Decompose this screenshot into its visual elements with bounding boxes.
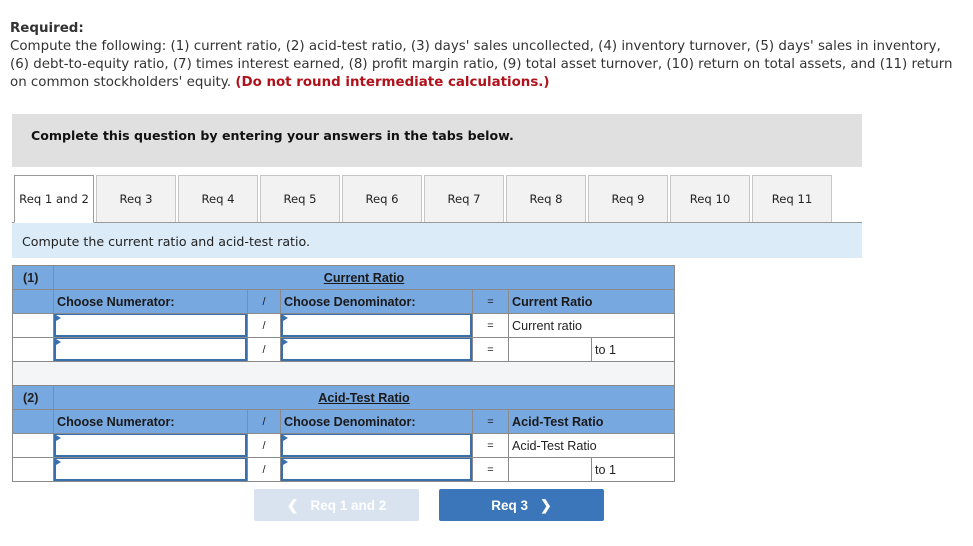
result-text: Current ratio	[508, 313, 675, 338]
acid-test-ratio-input[interactable]	[508, 457, 592, 482]
spacer-cell	[12, 361, 675, 386]
current-ratio-labels-row: Choose Numerator: / Choose Denominator: …	[12, 289, 675, 314]
dropdown-marker-icon	[283, 459, 288, 465]
row-blank	[12, 433, 54, 458]
numerator-select-cell	[53, 457, 248, 482]
denominator-label: Choose Denominator:	[280, 289, 473, 314]
divide-sign: /	[247, 289, 281, 314]
to-one-suffix: to 1	[591, 457, 675, 482]
tab-req-1-and-2[interactable]: Req 1 and 2	[14, 175, 94, 223]
next-requirement-button[interactable]: Req 3 ❯	[439, 489, 604, 521]
current-ratio-input[interactable]	[508, 337, 592, 362]
row-blank	[12, 313, 54, 338]
current-ratio-row-1: / = Current ratio	[12, 313, 675, 338]
denominator-select-cell	[280, 457, 473, 482]
current-ratio-title: Current Ratio	[53, 265, 675, 290]
dropdown-marker-icon	[56, 435, 61, 441]
equals-sign: =	[472, 337, 509, 362]
divide-sign: /	[247, 457, 281, 482]
dropdown-marker-icon	[283, 435, 288, 441]
tab-req-11[interactable]: Req 11	[752, 175, 832, 222]
numerator-dropdown[interactable]	[54, 458, 247, 481]
prev-button-label: Req 1 and 2	[310, 497, 387, 513]
required-instructions: Required: Compute the following: (1) cur…	[10, 20, 960, 92]
denominator-select-cell	[280, 337, 473, 362]
equals-sign: =	[472, 289, 509, 314]
dropdown-marker-icon	[56, 339, 61, 345]
banner-text: Complete this question by entering your …	[31, 128, 514, 143]
equals-sign: =	[472, 313, 509, 338]
tab-req-9[interactable]: Req 9	[588, 175, 668, 222]
numerator-dropdown[interactable]	[54, 434, 247, 457]
numerator-label: Choose Numerator:	[53, 289, 248, 314]
tab-req-7[interactable]: Req 7	[424, 175, 504, 222]
acid-test-row-2: / = to 1	[12, 457, 675, 482]
acid-test-row-1: / = Acid-Test Ratio	[12, 433, 675, 458]
next-button-label: Req 3	[491, 497, 529, 513]
tab-req-4[interactable]: Req 4	[178, 175, 258, 222]
chevron-left-icon: ❮	[286, 496, 299, 513]
label-blank	[12, 289, 54, 314]
result-label: Current Ratio	[508, 289, 675, 314]
numerator-dropdown[interactable]	[54, 338, 247, 361]
requirement-tabs: Req 1 and 2 Req 3 Req 4 Req 5 Req 6 Req …	[14, 175, 834, 223]
required-title: Required:	[10, 21, 84, 36]
dropdown-marker-icon	[283, 339, 288, 345]
to-one-suffix: to 1	[591, 337, 675, 362]
required-text-block: Compute the following: (1) current ratio…	[10, 38, 960, 92]
section-spacer	[12, 361, 675, 386]
tab-req-6[interactable]: Req 6	[342, 175, 422, 222]
tab-instruction-bar: Compute the current ratio and acid-test …	[12, 223, 862, 258]
ratio-table: (1) Current Ratio Choose Numerator: / Ch…	[12, 265, 675, 482]
chevron-right-icon: ❯	[540, 496, 552, 513]
numerator-select-cell	[53, 337, 248, 362]
denominator-dropdown[interactable]	[281, 314, 472, 337]
prev-requirement-button[interactable]: ❮ Req 1 and 2	[254, 489, 419, 521]
divide-sign: /	[247, 409, 281, 434]
tab-instruction-text: Compute the current ratio and acid-test …	[22, 234, 310, 249]
numerator-label: Choose Numerator:	[53, 409, 248, 434]
denominator-select-cell	[280, 313, 473, 338]
current-ratio-row-2: / = to 1	[12, 337, 675, 362]
section-number: (1)	[12, 265, 54, 290]
equals-sign: =	[472, 457, 509, 482]
divide-sign: /	[247, 313, 281, 338]
tab-req-5[interactable]: Req 5	[260, 175, 340, 222]
numerator-select-cell	[53, 313, 248, 338]
equals-sign: =	[472, 433, 509, 458]
denominator-dropdown[interactable]	[281, 338, 472, 361]
dropdown-marker-icon	[283, 315, 288, 321]
row-blank	[12, 457, 54, 482]
result-label: Acid-Test Ratio	[508, 409, 675, 434]
tab-divider	[12, 222, 862, 223]
dropdown-marker-icon	[56, 459, 61, 465]
row-blank	[12, 337, 54, 362]
acid-test-title: Acid-Test Ratio	[53, 385, 675, 410]
equals-sign: =	[472, 409, 509, 434]
numerator-dropdown[interactable]	[54, 314, 247, 337]
instructions-banner: Complete this question by entering your …	[12, 114, 862, 167]
rounding-note: (Do not round intermediate calculations.…	[235, 75, 550, 90]
denominator-dropdown[interactable]	[281, 458, 472, 481]
divide-sign: /	[247, 433, 281, 458]
label-blank	[12, 409, 54, 434]
tab-req-10[interactable]: Req 10	[670, 175, 750, 222]
tab-req-3[interactable]: Req 3	[96, 175, 176, 222]
denominator-select-cell	[280, 433, 473, 458]
acid-test-header-row: (2) Acid-Test Ratio	[12, 385, 675, 410]
current-ratio-header-row: (1) Current Ratio	[12, 265, 675, 290]
denominator-dropdown[interactable]	[281, 434, 472, 457]
acid-test-labels-row: Choose Numerator: / Choose Denominator: …	[12, 409, 675, 434]
dropdown-marker-icon	[56, 315, 61, 321]
denominator-label: Choose Denominator:	[280, 409, 473, 434]
tab-req-8[interactable]: Req 8	[506, 175, 586, 222]
numerator-select-cell	[53, 433, 248, 458]
section-number: (2)	[12, 385, 54, 410]
divide-sign: /	[247, 337, 281, 362]
result-text: Acid-Test Ratio	[508, 433, 675, 458]
